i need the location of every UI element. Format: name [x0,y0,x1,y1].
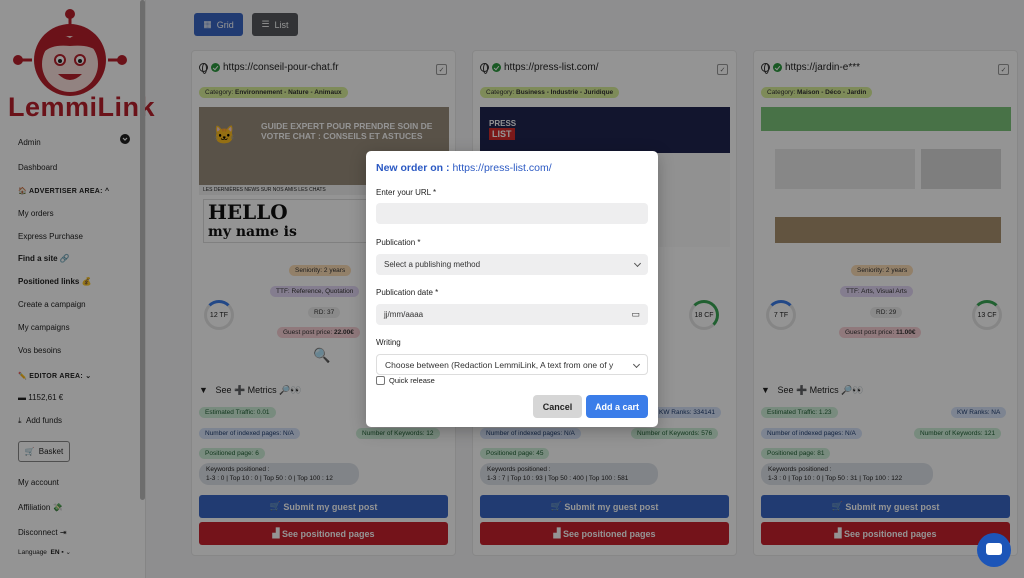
publication-select-value: Select a publishing method [384,260,481,269]
date-placeholder: jj/mm/aaaa [384,310,424,319]
modal-title: New order on : https://press-list.com/ [376,162,552,174]
modal-title-url[interactable]: https://press-list.com/ [452,162,551,174]
calendar-icon[interactable]: ▭ [631,309,640,320]
writing-label: Writing [376,338,401,347]
publication-select[interactable]: Select a publishing method [376,254,648,275]
quick-release-label: Quick release [389,376,435,385]
quick-release-checkbox[interactable] [376,376,385,385]
writing-select[interactable]: Choose between (Redaction LemmiLink, A t… [376,354,648,375]
writing-select-value: Choose between (Redaction LemmiLink, A t… [385,359,614,370]
publication-date-input[interactable]: jj/mm/aaaa ▭ [376,304,648,325]
url-label: Enter your URL * [376,188,437,197]
add-to-cart-button[interactable]: Add a cart [586,395,648,418]
modal-title-text: New order on : [376,162,450,174]
publication-date-label: Publication date * [376,288,439,297]
cancel-button[interactable]: Cancel [533,395,582,418]
quick-release-option[interactable]: Quick release [376,376,435,385]
url-input[interactable] [376,203,648,224]
new-order-modal: New order on : https://press-list.com/ E… [366,151,658,427]
chat-icon[interactable] [977,533,1011,567]
publication-label: Publication * [376,238,421,247]
